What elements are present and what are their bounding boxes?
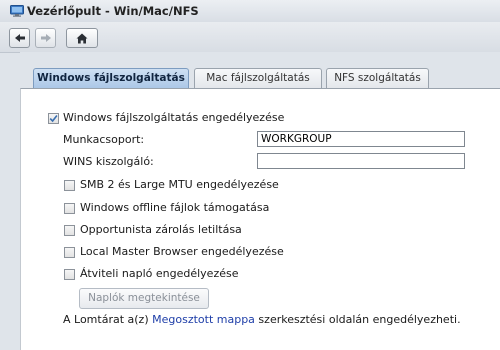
view-logs-button[interactable]: Naplók megtekintése — [79, 288, 209, 309]
oplock-label: Opportunista zárolás letiltása — [80, 223, 242, 236]
oplock-checkbox[interactable] — [64, 225, 75, 236]
tab-windows[interactable]: Windows fájlszolgáltatás — [33, 68, 189, 89]
workgroup-input[interactable] — [257, 131, 465, 147]
toolbar — [0, 22, 500, 53]
transfer-log-checkbox[interactable] — [64, 269, 75, 280]
shared-folder-link[interactable]: Megosztott mappa — [152, 313, 255, 326]
offline-files-checkbox[interactable] — [64, 203, 75, 214]
wins-input[interactable] — [257, 153, 465, 169]
smb2-label: SMB 2 és Large MTU engedélyezése — [80, 178, 279, 191]
note-text-before: A Lomtárat a(z) — [63, 313, 153, 326]
transfer-log-label: Átviteli napló engedélyezése — [80, 267, 239, 280]
window-title: Vezérlőpult - Win/Mac/NFS — [27, 4, 199, 18]
checkmark-icon — [49, 115, 58, 123]
note-text-after: szerkesztési oldalán engedélyezheti. — [254, 313, 461, 326]
control-panel-icon — [10, 5, 24, 17]
windows-settings-panel: Windows fájlszolgáltatás engedélyezése M… — [20, 88, 500, 350]
content-area: Windows fájlszolgáltatás Mac fájlszolgál… — [20, 52, 500, 350]
home-button[interactable] — [66, 28, 98, 48]
tab-mac[interactable]: Mac fájlszolgáltatás — [194, 68, 322, 88]
arrow-left-icon — [14, 33, 26, 43]
arrow-right-icon — [40, 33, 52, 43]
smb2-checkbox[interactable] — [64, 180, 75, 191]
master-browser-label: Local Master Browser engedélyezése — [80, 245, 284, 258]
enable-windows-checkbox[interactable] — [48, 113, 59, 124]
workgroup-label: Munkacsoport: — [63, 133, 145, 146]
recycle-bin-note: A Lomtárat a(z) Megosztott mappa szerkes… — [63, 313, 461, 326]
home-icon — [76, 33, 88, 44]
tab-nfs[interactable]: NFS szolgáltatás — [326, 68, 429, 88]
title-bar: Vezérlőpult - Win/Mac/NFS — [0, 0, 500, 22]
wins-label: WINS kiszolgáló: — [63, 155, 154, 168]
forward-button[interactable] — [35, 28, 56, 48]
offline-files-label: Windows offline fájlok támogatása — [80, 201, 270, 214]
master-browser-checkbox[interactable] — [64, 247, 75, 258]
enable-windows-label: Windows fájlszolgáltatás engedélyezése — [63, 111, 285, 124]
back-button[interactable] — [9, 28, 30, 48]
